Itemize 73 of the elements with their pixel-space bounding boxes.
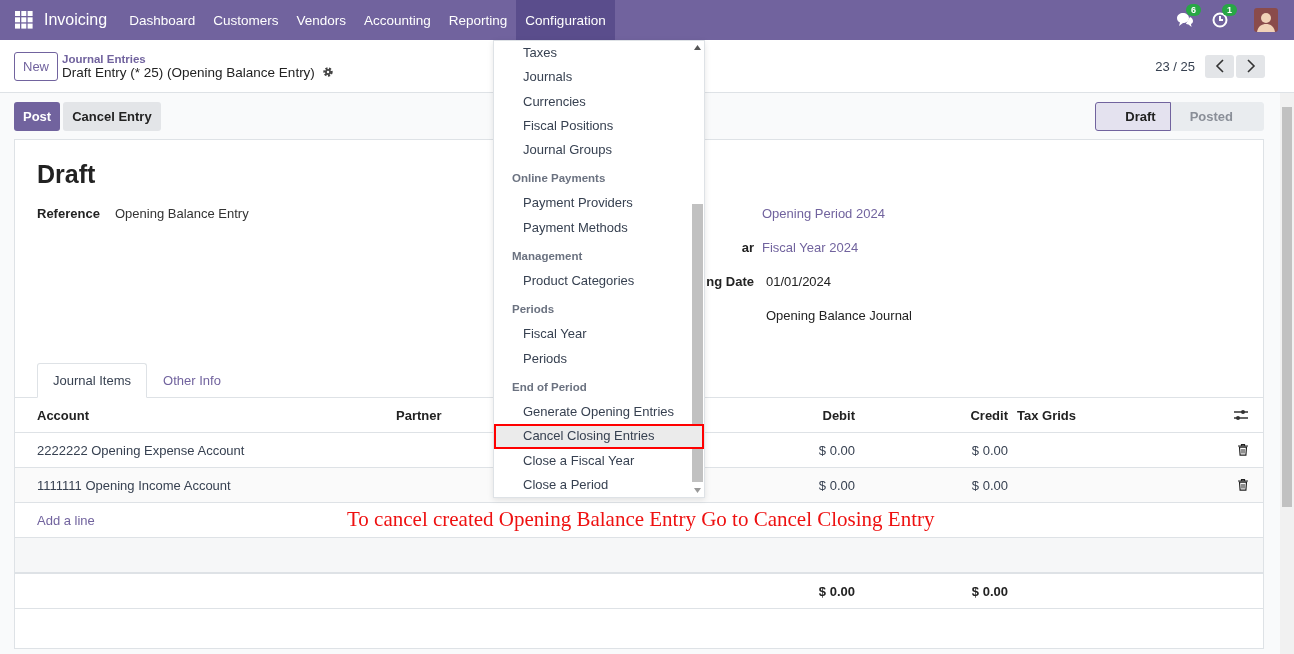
field-label: ng Date (706, 274, 754, 289)
menu-item[interactable]: Payment Methods (494, 215, 691, 241)
field-value[interactable]: Opening Period 2024 (762, 206, 885, 221)
avatar-icon[interactable] (1254, 8, 1278, 32)
scrollbar[interactable] (1280, 93, 1294, 654)
app-grid-icon[interactable] (15, 11, 33, 29)
app-name[interactable]: Invoicing (41, 11, 111, 29)
menu-section-header: Periods (511, 302, 556, 318)
total-credit: $ 0.00 (970, 583, 1008, 599)
tab[interactable]: Other Info (147, 363, 237, 398)
trash-icon[interactable] (1238, 479, 1248, 491)
field-value: Opening Balance Entry (115, 206, 249, 221)
column-settings-icon[interactable] (1234, 409, 1248, 421)
menu-item[interactable]: Fiscal Year (494, 322, 691, 347)
menu-item[interactable]: Fiscal Positions (494, 113, 691, 139)
chat-icon[interactable] (1176, 12, 1194, 28)
column-header[interactable]: Account (37, 407, 396, 423)
chevron-left-icon (1214, 59, 1225, 73)
table-cell-text: $ 0.00 (970, 442, 1008, 458)
trash-icon[interactable] (1238, 444, 1248, 456)
nav-menu-item[interactable]: Vendors (287, 0, 355, 40)
field-value[interactable]: 01/01/2024 (762, 274, 832, 289)
table-cell-text: $ 0.00 (817, 477, 855, 493)
menu-item[interactable]: Taxes (494, 41, 691, 66)
next-button[interactable] (1236, 54, 1265, 78)
scroll-up-icon[interactable] (694, 45, 701, 50)
nav-menu-item[interactable]: Customers (204, 0, 288, 40)
settings-icon[interactable] (321, 66, 334, 78)
previous-button[interactable] (1205, 54, 1234, 78)
menu-item[interactable]: Generate Opening Entries (494, 399, 691, 425)
pager-value: 23 / 25 (1155, 58, 1195, 74)
tab[interactable]: Journal Items (37, 363, 148, 398)
chevron-right-icon (1245, 59, 1256, 73)
field-value[interactable]: Fiscal Year 2024 (762, 240, 859, 255)
menu-section-header: End of Period (511, 379, 588, 395)
menu-item[interactable]: Currencies (494, 89, 691, 114)
nav-menu-item[interactable]: Reporting (439, 0, 517, 40)
annotation-text: To cancel created Opening Balance Entry Go to Cancel Closing Entry (347, 507, 935, 532)
table-cell-text: 2222222 Opening Expense Account (37, 442, 246, 458)
notification-badge: 6 (1186, 4, 1201, 16)
new-button[interactable]: New (14, 51, 58, 81)
menu-section-header: Management (511, 249, 584, 265)
field-label: ar (741, 240, 754, 255)
column-header[interactable]: Credit (855, 407, 1008, 423)
table-cell-text: 1111111 Opening Income Account (37, 477, 232, 493)
breadcrumb-link[interactable]: Journal Entries (62, 52, 334, 65)
menu-item[interactable]: Close a Period (494, 472, 691, 498)
nav-menu-item[interactable]: Dashboard (120, 0, 205, 40)
menu-item[interactable]: Payment Providers (494, 191, 691, 216)
record-state-title: Draft (36, 159, 97, 190)
action-button[interactable]: Cancel Entry (63, 101, 161, 131)
action-button[interactable]: Post (14, 101, 61, 131)
table-cell-text: $ 0.00 (817, 442, 855, 458)
total-debit: $ 0.00 (817, 583, 855, 599)
status-step[interactable]: Draft (1095, 101, 1171, 131)
clock-icon[interactable] (1212, 12, 1228, 28)
menu-item[interactable]: Product Categories (494, 269, 691, 294)
field-value[interactable]: Opening Balance Journal (762, 308, 912, 323)
menu-item[interactable]: Cancel Closing Entries (494, 424, 704, 449)
menu-item[interactable]: Journal Groups (494, 138, 691, 163)
menu-item[interactable]: Journals (494, 65, 691, 90)
notification-badge: 1 (1222, 4, 1237, 16)
menu-item[interactable]: Close a Fiscal Year (494, 448, 691, 473)
menu-section-header: Online Payments (511, 171, 607, 187)
add-line-link[interactable]: Add a line (37, 512, 95, 528)
menu-item[interactable]: Periods (494, 346, 691, 371)
nav-menu-item[interactable]: Configuration (516, 0, 615, 40)
table-cell-text: $ 0.00 (970, 477, 1008, 493)
record-title: Draft Entry (* 25) (Opening Balance Entry) (62, 64, 315, 80)
scroll-down-icon[interactable] (694, 488, 701, 493)
nav-menu-item[interactable]: Accounting (355, 0, 440, 40)
column-header[interactable]: Tax Grids (1008, 407, 1227, 423)
field-label: Reference (37, 206, 101, 221)
